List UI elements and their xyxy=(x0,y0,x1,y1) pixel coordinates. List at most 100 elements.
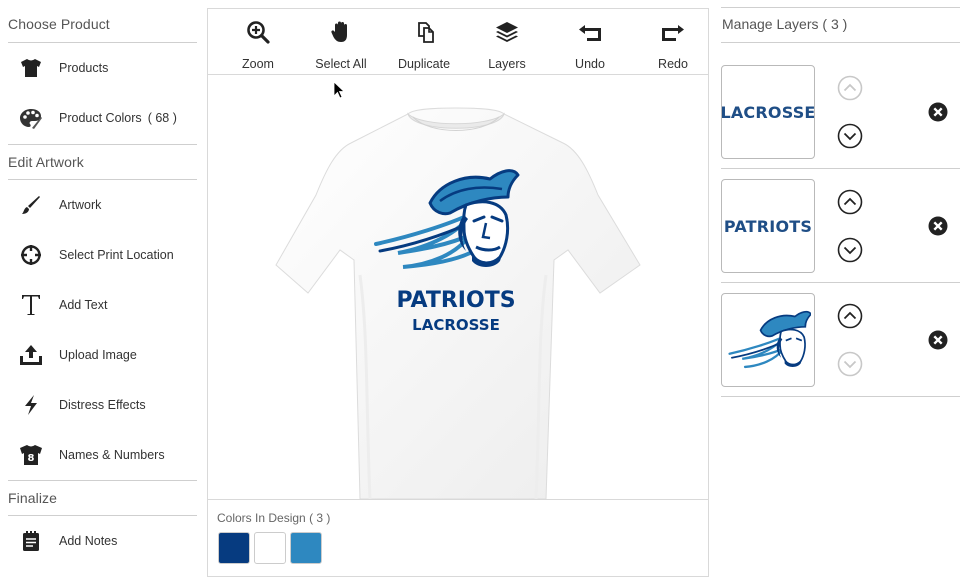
sidebar-item-label: Add Text xyxy=(59,298,108,312)
layer-item: PATRIOTS xyxy=(721,179,960,293)
delete-layer-button[interactable] xyxy=(928,330,948,350)
layer-thumbnail[interactable]: PATRIOTS xyxy=(721,179,815,273)
delete-layer-button[interactable] xyxy=(928,216,948,236)
sidebar-item-product-colors[interactable]: Product Colors ( 68 ) xyxy=(8,98,197,138)
layers-button[interactable]: Layers xyxy=(467,9,547,75)
design-text-patriots[interactable]: PATRIOTS xyxy=(396,288,515,313)
divider xyxy=(8,515,197,516)
divider xyxy=(8,144,197,145)
move-layer-down-button[interactable] xyxy=(837,237,863,263)
chevron-up-icon xyxy=(837,189,863,215)
undo-icon xyxy=(577,19,603,45)
color-swatch[interactable] xyxy=(218,532,250,564)
section-title-finalize: Finalize xyxy=(8,490,58,506)
chevron-down-icon xyxy=(837,351,863,377)
layer-item: LACROSSE xyxy=(721,65,960,179)
section-title-choose-product: Choose Product xyxy=(8,16,110,32)
tshirt-preview: PATRIOTS LACROSSE xyxy=(275,81,641,499)
delete-layer-button[interactable] xyxy=(928,102,948,122)
hand-icon xyxy=(328,19,354,45)
move-layer-down-button[interactable] xyxy=(837,351,863,377)
zoom-button[interactable]: Zoom xyxy=(218,9,298,75)
sidebar-item-names-numbers[interactable]: 8 Names & Numbers xyxy=(8,435,197,475)
divider xyxy=(721,7,960,8)
sidebar-item-select-print-location[interactable]: Select Print Location xyxy=(8,235,197,275)
product-colors-count: ( 68 ) xyxy=(147,111,177,125)
sidebar-item-artwork[interactable]: Artwork xyxy=(8,185,197,225)
sidebar-item-label: Upload Image xyxy=(59,348,137,362)
color-swatch[interactable] xyxy=(290,532,322,564)
close-icon xyxy=(928,216,948,236)
left-sidebar: Choose Product Products Product Colors (… xyxy=(0,0,205,577)
move-layer-down-button[interactable] xyxy=(837,123,863,149)
colors-in-design-title: Colors In Design ( 3 ) xyxy=(217,511,331,525)
layer-thumbnail[interactable]: LACROSSE xyxy=(721,65,815,159)
section-title-edit-artwork: Edit Artwork xyxy=(8,154,84,170)
close-icon xyxy=(928,102,948,122)
redo-button[interactable]: Redo xyxy=(633,9,713,75)
sidebar-item-add-text[interactable]: Add Text xyxy=(8,285,197,325)
toolbar-label: Redo xyxy=(658,57,688,71)
sidebar-item-label: Artwork xyxy=(59,198,102,212)
toolbar-label: Zoom xyxy=(242,57,274,71)
sidebar-item-distress-effects[interactable]: Distress Effects xyxy=(8,385,197,425)
palette-icon xyxy=(16,103,46,133)
divider xyxy=(721,42,960,43)
divider xyxy=(8,179,197,180)
notepad-icon xyxy=(16,526,46,556)
toolbar-label: Duplicate xyxy=(397,57,451,71)
sidebar-item-add-notes[interactable]: Add Notes xyxy=(8,521,197,561)
move-layer-up-button[interactable] xyxy=(837,75,863,101)
duplicate-icon xyxy=(411,19,437,45)
chevron-up-icon xyxy=(837,303,863,329)
move-layer-up-button[interactable] xyxy=(837,189,863,215)
sidebar-item-label: Names & Numbers xyxy=(59,448,165,462)
color-swatch[interactable] xyxy=(254,532,286,564)
chevron-down-icon xyxy=(837,123,863,149)
sidebar-item-upload-image[interactable]: Upload Image xyxy=(8,335,197,375)
layer-thumbnail-text: LACROSSE xyxy=(721,102,815,122)
colors-in-design-panel: Colors In Design ( 3 ) xyxy=(208,499,708,576)
jersey-number-icon: 8 xyxy=(16,440,46,470)
layer-thumbnail-text: PATRIOTS xyxy=(723,216,813,236)
sidebar-item-label: Products xyxy=(59,61,109,75)
redo-icon xyxy=(660,19,686,45)
crosshair-icon xyxy=(16,240,46,270)
sidebar-item-products[interactable]: Products xyxy=(8,48,197,88)
design-canvas[interactable]: PATRIOTS LACROSSE xyxy=(208,75,708,499)
sidebar-item-label: Distress Effects xyxy=(59,398,146,412)
layers-icon xyxy=(494,19,520,45)
toolbar: Zoom Select All Duplicate Layers Undo Re… xyxy=(208,9,708,75)
toolbar-label: Select All xyxy=(315,57,367,71)
manage-layers-panel: Manage Layers ( 3 ) LACROSSE PATRIOTS xyxy=(721,0,960,577)
undo-button[interactable]: Undo xyxy=(550,9,630,75)
design-area: Zoom Select All Duplicate Layers Undo Re… xyxy=(207,8,709,577)
patriot-mascot-icon xyxy=(728,310,811,369)
manage-layers-title: Manage Layers ( 3 ) xyxy=(722,16,848,32)
divider xyxy=(721,168,960,169)
chevron-down-icon xyxy=(837,237,863,263)
toolbar-label: Undo xyxy=(575,57,605,71)
layer-thumbnail[interactable] xyxy=(721,293,815,387)
duplicate-button[interactable]: Duplicate xyxy=(384,9,464,75)
text-icon xyxy=(16,290,46,320)
sidebar-item-label: Select Print Location xyxy=(59,248,174,262)
sidebar-item-label: Add Notes xyxy=(59,534,118,548)
chevron-up-icon xyxy=(837,75,863,101)
upload-icon xyxy=(16,340,46,370)
divider xyxy=(8,480,197,481)
design-text-lacrosse[interactable]: LACROSSE xyxy=(412,316,500,334)
divider xyxy=(721,282,960,283)
move-layer-up-button[interactable] xyxy=(837,303,863,329)
sidebar-item-label: Product Colors xyxy=(59,111,142,125)
close-icon xyxy=(928,330,948,350)
zoom-in-icon xyxy=(245,19,271,45)
toolbar-label: Layers xyxy=(488,57,526,71)
divider xyxy=(721,396,960,397)
divider xyxy=(8,42,197,43)
select-all-button[interactable]: Select All xyxy=(301,9,381,75)
mouse-cursor-icon xyxy=(333,81,346,99)
layer-item xyxy=(721,293,960,407)
lightning-icon xyxy=(16,390,46,420)
tshirt-icon xyxy=(16,53,46,83)
